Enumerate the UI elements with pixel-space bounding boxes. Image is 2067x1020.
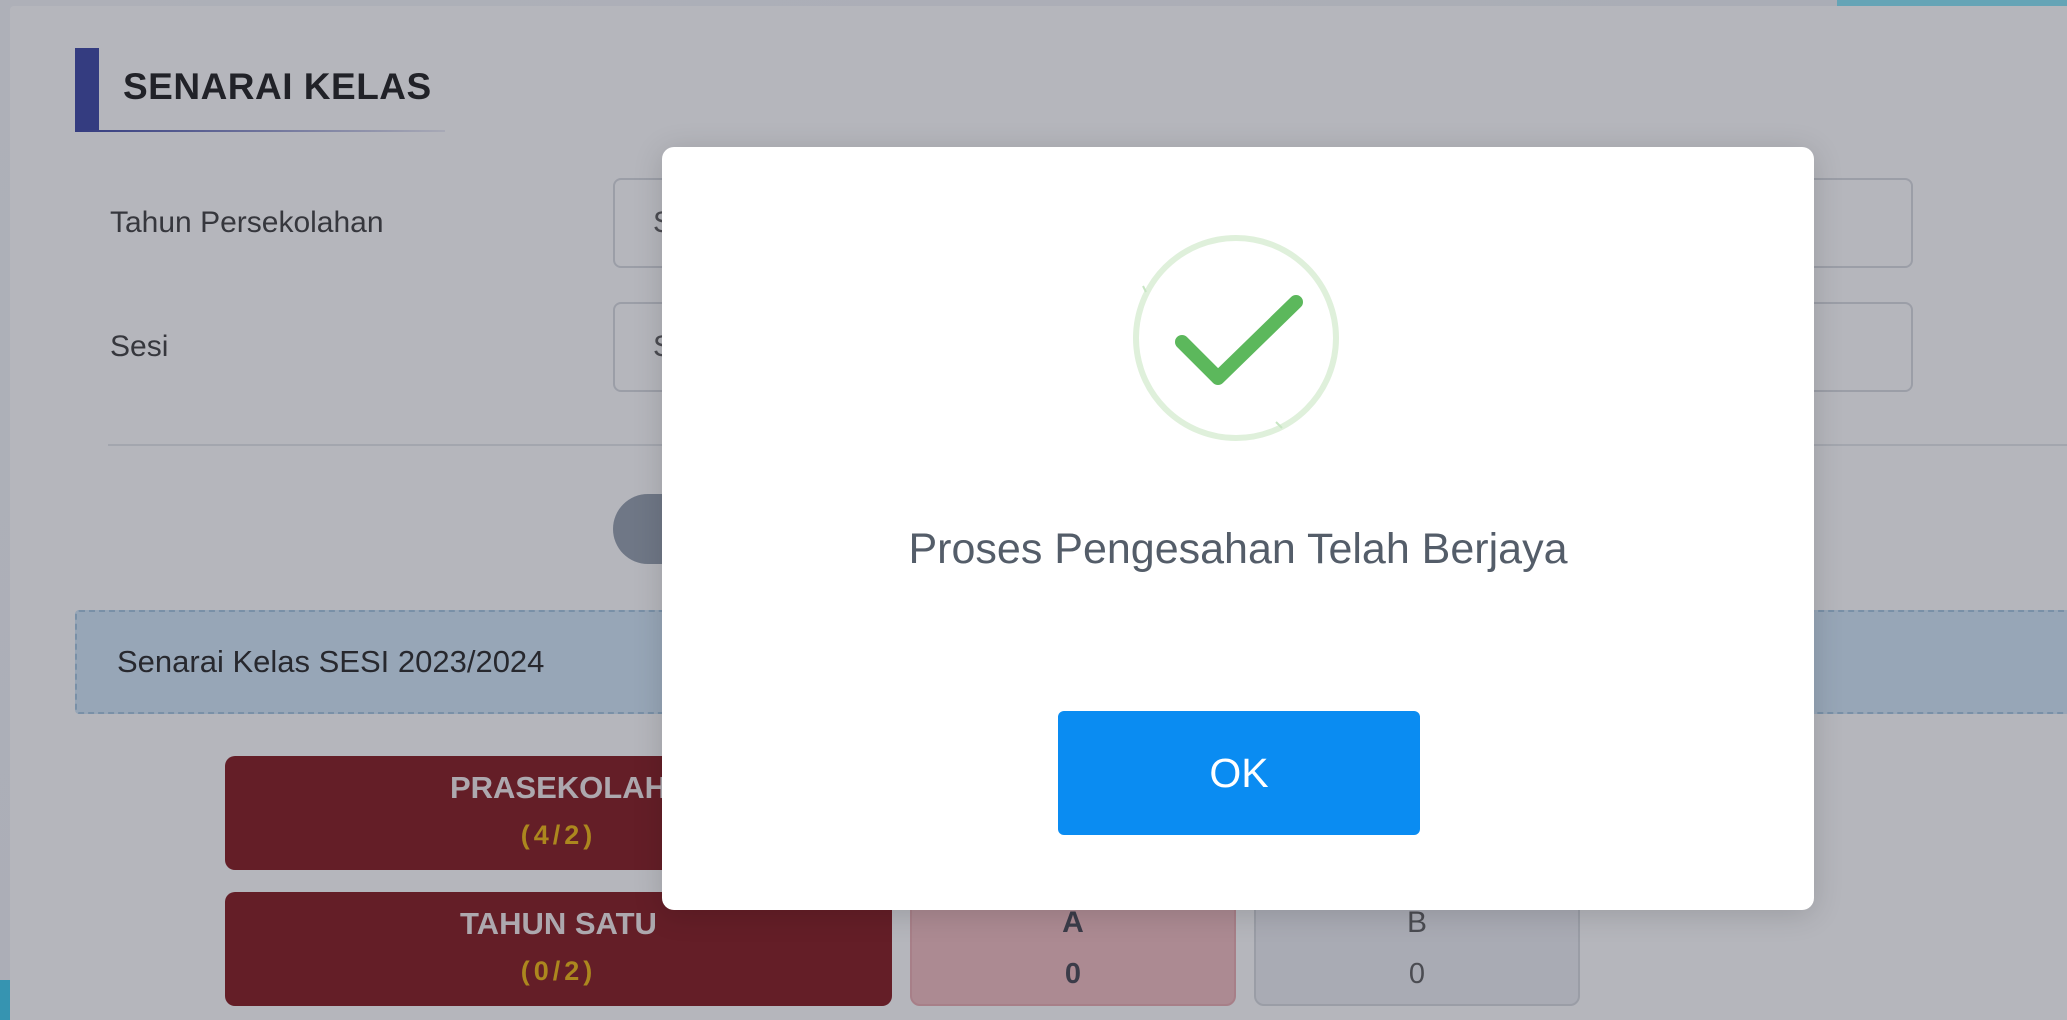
dialog-message: Proses Pengesahan Telah Berjaya (908, 525, 1568, 573)
success-dialog: Proses Pengesahan Telah Berjaya OK (662, 147, 1814, 910)
app-frame: SENARAI KELAS Tahun Persekolahan S Sesi … (0, 0, 2067, 1020)
check-icon (1133, 235, 1339, 441)
ok-button[interactable]: OK (1058, 711, 1420, 835)
